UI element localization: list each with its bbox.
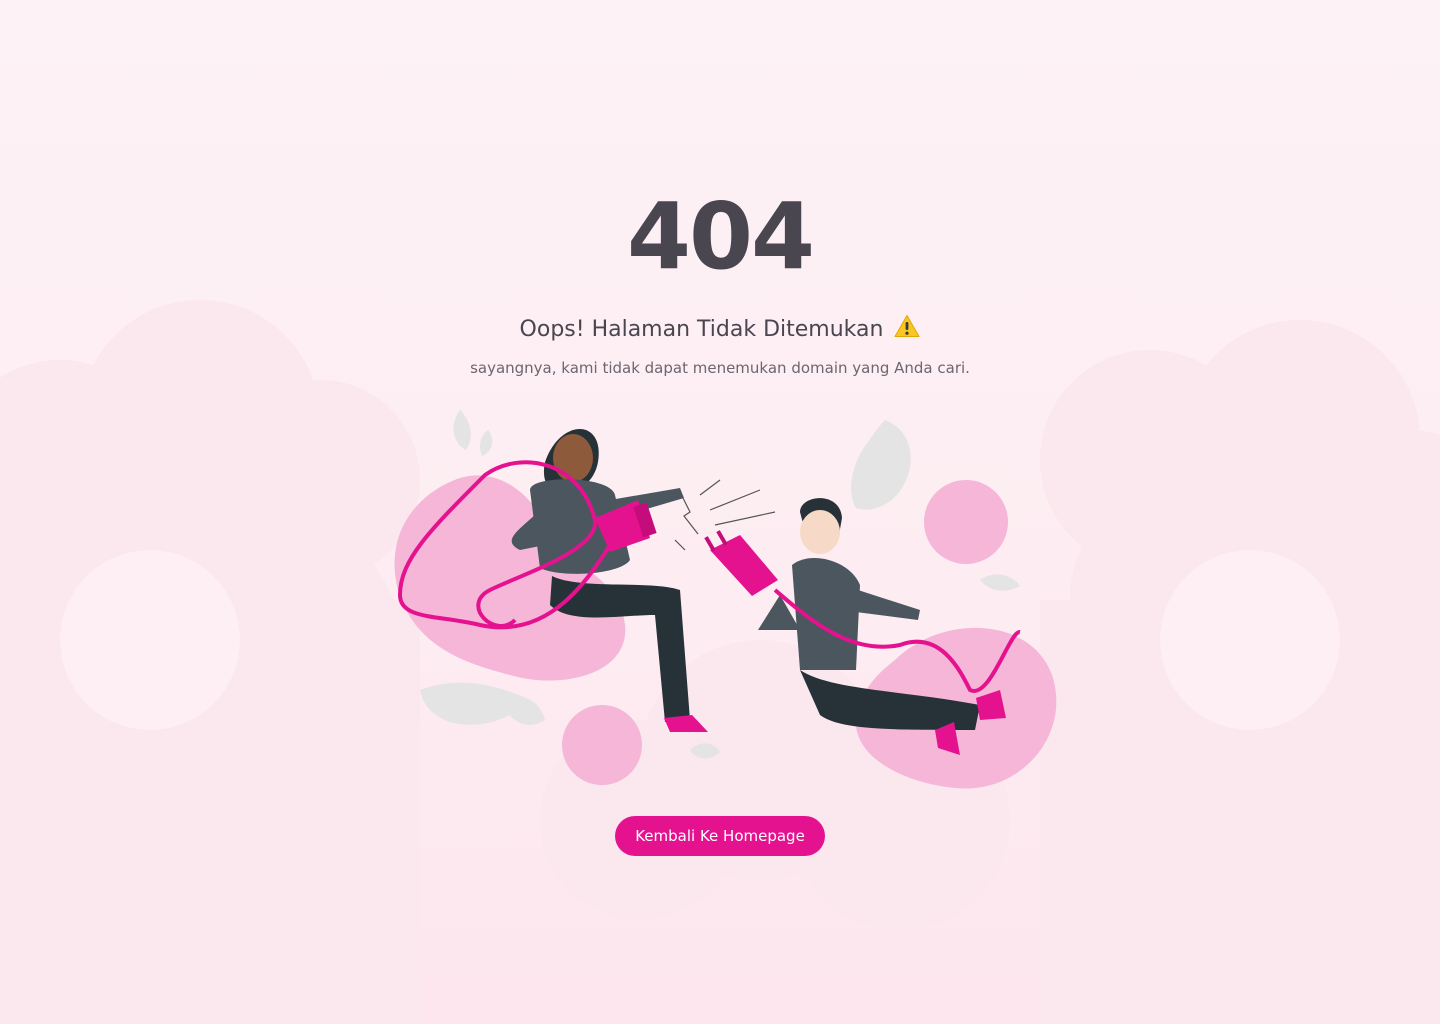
not-found-page: 404 Oops! Halaman Tidak Ditemukan sayang… bbox=[0, 0, 1440, 1024]
back-to-homepage-button[interactable]: Kembali Ke Homepage bbox=[615, 816, 825, 856]
blob-small bbox=[562, 705, 642, 785]
disconnected-plug-illustration bbox=[394, 410, 1057, 789]
error-code: 404 bbox=[626, 183, 815, 290]
page-subtitle: sayangnya, kami tidak dapat menemukan do… bbox=[470, 359, 970, 377]
plug-icon bbox=[704, 530, 778, 596]
blob-right-top bbox=[924, 480, 1008, 564]
page-title-row: Oops! Halaman Tidak Ditemukan bbox=[0, 314, 1440, 346]
page-title: Oops! Halaman Tidak Ditemukan bbox=[519, 317, 884, 342]
warning-icon bbox=[894, 315, 920, 337]
